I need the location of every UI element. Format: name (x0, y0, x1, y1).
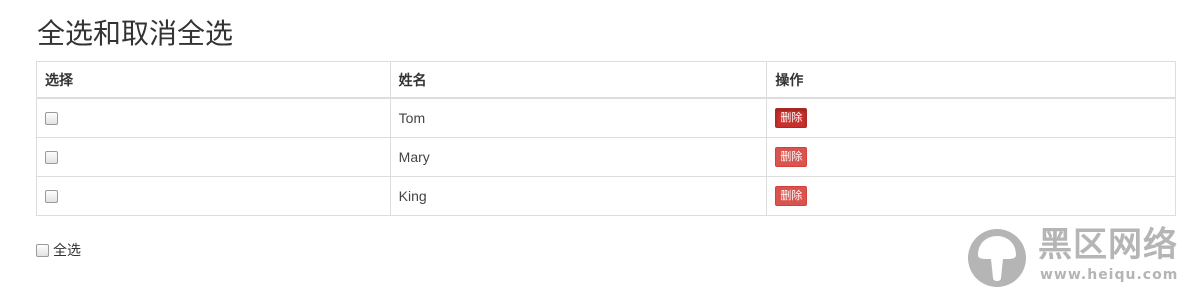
page: 全选和取消全选 选择 姓名 操作 Tom 删除 Mary 删除 King 删除 … (0, 0, 1200, 293)
table-row: Mary 删除 (36, 137, 1176, 177)
delete-button[interactable]: 删除 (775, 108, 808, 128)
action-cell: 删除 (766, 97, 1176, 138)
table-row: Tom 删除 (36, 97, 1176, 138)
delete-button[interactable]: 删除 (775, 147, 808, 167)
name-cell: King (389, 176, 768, 216)
user-table: 选择 姓名 操作 Tom 删除 Mary 删除 King 删除 (36, 61, 1176, 216)
select-all-control[interactable]: 全选 (36, 240, 81, 260)
site-watermark: 黑区网络 www.heiqu.com (968, 225, 1190, 287)
watermark-url: www.heiqu.com (1040, 267, 1179, 283)
select-all-checkbox[interactable] (36, 243, 49, 257)
column-header-action: 操作 (766, 61, 1176, 99)
name-cell: Tom (389, 97, 768, 138)
select-cell (36, 97, 391, 138)
table-header-row: 选择 姓名 操作 (36, 61, 1176, 99)
page-title: 全选和取消全选 (37, 17, 234, 50)
row-checkbox[interactable] (45, 150, 58, 164)
row-checkbox[interactable] (45, 111, 58, 125)
row-checkbox[interactable] (45, 189, 58, 203)
select-cell (36, 137, 391, 177)
mushroom-logo-icon (968, 229, 1026, 287)
column-header-name: 姓名 (389, 61, 768, 99)
select-all-label: 全选 (53, 243, 81, 259)
action-cell: 删除 (766, 137, 1176, 177)
watermark-site-name: 黑区网络 (1038, 225, 1178, 265)
column-header-select: 选择 (36, 61, 391, 99)
action-cell: 删除 (766, 176, 1176, 216)
delete-button[interactable]: 删除 (775, 186, 808, 206)
select-cell (36, 176, 391, 216)
table-row: King 删除 (36, 176, 1176, 216)
name-cell: Mary (389, 137, 768, 177)
